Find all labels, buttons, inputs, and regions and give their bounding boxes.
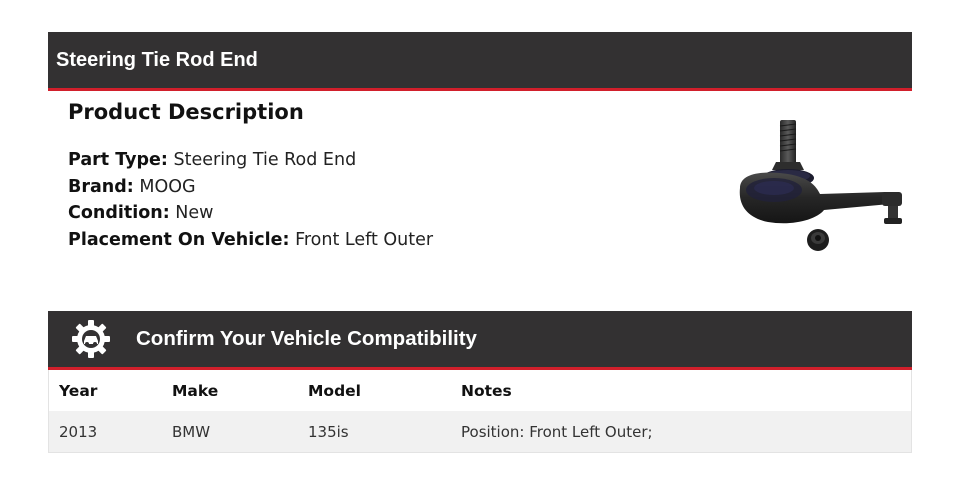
column-header-year: Year xyxy=(59,381,98,400)
attribute-label: Part Type: xyxy=(68,150,168,170)
compatibility-table: Year Make Model Notes 2013 BMW 135is Pos… xyxy=(48,370,912,453)
attribute-label: Brand: xyxy=(68,176,134,197)
tie-rod-end-image xyxy=(739,120,902,251)
attribute-value: Steering Tie Rod End xyxy=(173,150,357,170)
cell-notes: Position: Front Left Outer; xyxy=(461,422,653,441)
table-row: 2013 BMW 135is Position: Front Left Oute… xyxy=(49,411,911,452)
page: Steering Tie Rod End Product Description… xyxy=(0,0,960,485)
column-header-model: Model xyxy=(308,381,361,400)
compatibility-title: Confirm Your Vehicle Compatibility xyxy=(136,327,477,350)
attribute-placement: Placement On Vehicle: Front Left Outer xyxy=(68,227,668,254)
product-title-bar: Steering Tie Rod End xyxy=(48,32,912,91)
attribute-value: Front Left Outer xyxy=(295,229,434,250)
cell-year: 2013 xyxy=(59,422,98,441)
attribute-value: New xyxy=(175,203,214,223)
compatibility-header: Confirm Your Vehicle Compatibility xyxy=(48,311,912,370)
product-title: Steering Tie Rod End xyxy=(56,48,258,71)
product-image xyxy=(720,112,912,260)
attribute-part-type: Part Type: Steering Tie Rod End xyxy=(68,147,668,174)
attribute-label: Condition: xyxy=(68,203,170,223)
cell-model: 135is xyxy=(308,422,349,441)
attribute-label: Placement On Vehicle: xyxy=(68,229,290,250)
attribute-brand: Brand: MOOG xyxy=(68,174,668,201)
column-header-make: Make xyxy=(172,381,219,400)
product-description-heading: Product Description xyxy=(68,100,304,124)
table-header-row: Year Make Model Notes xyxy=(49,370,911,411)
cell-make: BMW xyxy=(172,422,211,441)
gear-car-icon xyxy=(69,317,113,361)
product-description: Product Description Part Type: Steering … xyxy=(68,96,668,253)
attribute-condition: Condition: New xyxy=(68,200,668,227)
attribute-value: MOOG xyxy=(139,176,196,197)
column-header-notes: Notes xyxy=(461,381,512,400)
